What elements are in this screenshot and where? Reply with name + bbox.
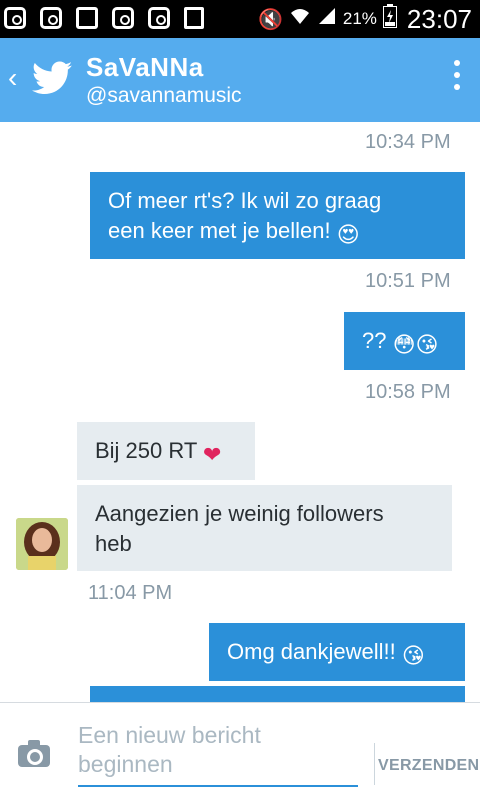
instagram-icon xyxy=(148,7,170,29)
timestamp: 10:58 PM xyxy=(365,381,451,403)
signal-icon xyxy=(317,6,337,32)
divider xyxy=(374,743,375,785)
message-outgoing[interactable] xyxy=(90,686,465,702)
red-heart-emoji-icon: ❤ xyxy=(203,442,222,467)
instagram-icon xyxy=(40,7,62,29)
camera-icon[interactable] xyxy=(18,740,50,767)
clock: 23:07 xyxy=(406,3,472,34)
conversation-header: ‹ SaVaNNa @savannamusic xyxy=(0,38,480,122)
message-text: Bij 250 RT xyxy=(95,438,204,463)
battery-percent: 21% xyxy=(342,9,377,28)
message-text: ?? xyxy=(362,328,393,353)
message-input[interactable] xyxy=(78,721,358,787)
battery-icon xyxy=(382,4,397,34)
kiss-face-emoji-icon: 😘 xyxy=(415,332,439,357)
message-outgoing[interactable]: Of meer rt's? Ik wil zo graag een keer m… xyxy=(90,172,465,259)
back-icon[interactable]: ‹ xyxy=(8,64,17,92)
contact-handle: @savannamusic xyxy=(86,84,242,107)
flushed-face-emoji-icon: 😳 xyxy=(392,332,416,357)
message-outgoing[interactable]: ?? 😳😘 xyxy=(344,312,465,370)
wifi-icon xyxy=(289,6,311,32)
avatar[interactable] xyxy=(16,518,68,570)
kiss-face-emoji-icon: 😘 xyxy=(401,643,425,668)
message-text: Of meer rt's? Ik wil zo graag xyxy=(108,188,382,213)
calendar-icon xyxy=(184,7,204,29)
twitter-bird-icon[interactable] xyxy=(32,60,72,96)
send-button[interactable]: VERZENDEN xyxy=(378,757,479,775)
message-text: Omg dankjewell!! xyxy=(227,639,402,664)
timestamp: 11:04 PM xyxy=(88,582,173,604)
compose-bar: VERZENDEN xyxy=(0,702,480,801)
message-outgoing[interactable]: Omg dankjewell!! 😘 xyxy=(209,623,465,681)
mute-icon: 🔇 xyxy=(257,8,283,31)
overflow-menu-icon[interactable] xyxy=(454,60,460,96)
instagram-icon xyxy=(112,7,134,29)
message-text: heb xyxy=(95,531,132,556)
heart-eyes-emoji-icon: 😍 xyxy=(336,222,360,247)
status-bar: 🔇 21% 23:07 xyxy=(0,0,480,38)
mail-icon xyxy=(76,7,98,29)
message-incoming[interactable]: Bij 250 RT ❤ xyxy=(77,422,255,480)
message-text: een keer met je bellen! 😍 xyxy=(108,216,447,250)
status-indicators: 🔇 21% 23:07 xyxy=(258,0,472,38)
instagram-icon xyxy=(4,7,26,29)
timestamp: 10:34 PM xyxy=(365,131,451,153)
message-text: Aangezien je weinig followers xyxy=(95,501,384,526)
timestamp: 10:51 PM xyxy=(365,270,451,292)
message-incoming[interactable]: Aangezien je weinig followers heb xyxy=(77,485,452,571)
contact-name: SaVaNNa xyxy=(86,52,204,82)
